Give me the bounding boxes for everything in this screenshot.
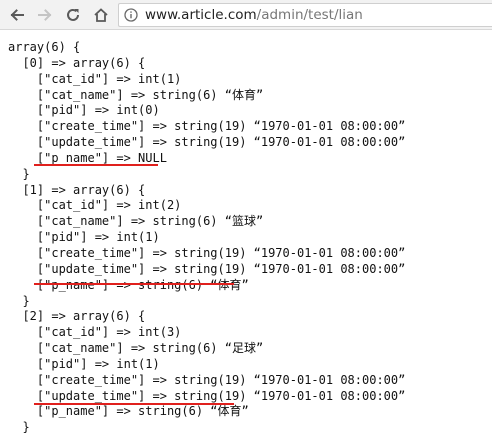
dump-line: [0] => array(6) { [8,55,146,70]
address-bar[interactable]: www.article.com/admin/test/lian [118,3,492,27]
dump-line: [1] => array(6) { [8,182,146,197]
red-underline-mark [34,164,158,166]
dump-line: ["create_time"] => string(19) “1970-01-0… [8,372,406,387]
url-text: www.article.com/admin/test/lian [145,7,363,23]
dump-line: } [8,420,30,435]
arrow-left-icon [10,9,24,21]
home-icon [94,8,108,22]
dump-line: } [8,166,30,181]
dump-line: array(6) { [8,40,81,54]
dump-line: } [8,293,30,308]
url-path: /admin/test/lian [256,7,363,23]
dump-line: ["pid"] => int(1) [8,356,160,371]
red-underline-mark [34,283,234,285]
dump-line: ["cat_name"] => string(6) “足球” [8,341,264,356]
red-underline-mark [34,403,234,405]
dump-line: ["create_time"] => string(19) “1970-01-0… [8,119,406,134]
forward-button[interactable] [36,6,54,24]
dump-line: ["cat_id"] => int(3) [8,325,182,340]
browser-toolbar: www.article.com/admin/test/lian [0,0,492,30]
dump-line: ["pid"] => int(0) [8,103,160,118]
dump-line: ["update_time"] => string(19) “1970-01-0… [8,261,406,276]
dump-line: ["cat_id"] => int(1) [8,71,182,86]
dump-line: ["update_time"] => string(19) “1970-01-0… [8,135,406,150]
dump-line: ["cat_name"] => string(6) “体育” [8,87,264,102]
info-icon[interactable] [124,8,138,22]
back-button[interactable] [8,6,26,24]
url-host: www.article.com [145,7,257,23]
dump-line: [2] => array(6) { [8,309,146,324]
home-button[interactable] [92,6,110,24]
dump-line: ["cat_name"] => string(6) “篮球” [8,214,264,229]
dump-line: ["create_time"] => string(19) “1970-01-0… [8,245,406,260]
dump-line: ["cat_id"] => int(2) [8,198,182,213]
var-dump-output: array(6) { [0] => array(6) { ["cat_id"] … [8,40,492,436]
reload-button[interactable] [64,6,82,24]
arrow-right-icon [38,9,52,21]
dump-line: ["pid"] => int(1) [8,230,160,245]
reload-icon [67,8,79,21]
dump-line: ["p_name"] => string(6) “体育” [8,404,249,419]
dump-line: ["p_name"] => string(6) “体育” [8,278,492,294]
